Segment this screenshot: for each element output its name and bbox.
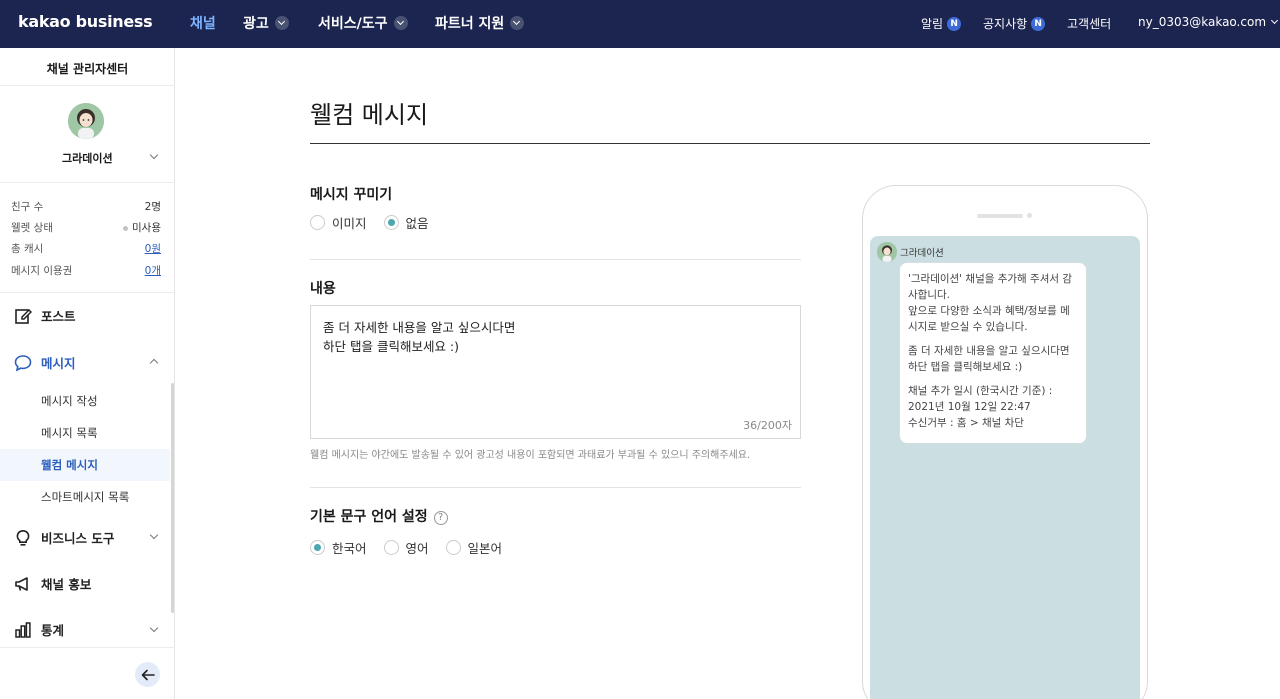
channel-name: 그라데이션 [62, 152, 113, 165]
title-divider [310, 143, 1150, 144]
account-menu[interactable]: ny_0303@kakao.com [1138, 15, 1279, 29]
message-voucher-link[interactable]: 0개 [145, 263, 161, 278]
sidebar-item-message[interactable]: 메시지 [14, 353, 76, 372]
nav-ads[interactable]: 광고 [243, 13, 289, 33]
lightbulb-icon [16, 529, 30, 546]
sender-avatar [877, 242, 897, 262]
radio-none[interactable]: 없음 [383, 213, 429, 232]
sidebar-title: 채널 관리자센터 [46, 62, 129, 76]
radio-button[interactable] [445, 540, 461, 555]
sidebar-subitem-smart-list[interactable]: 스마트메시지 목록 [41, 489, 129, 505]
content-label: 내용 [310, 281, 336, 297]
sender-name: 그라데이션 [900, 248, 944, 259]
decorate-label: 메시지 꾸미기 [310, 187, 393, 203]
nav-service-tools[interactable]: 서비스/도구 [318, 13, 408, 33]
sidebar-subitem-compose[interactable]: 메시지 작성 [41, 393, 98, 409]
notices-link[interactable]: 공지사항 N [983, 15, 1046, 32]
divider [0, 292, 175, 293]
divider [310, 259, 801, 260]
radio-english[interactable]: 영어 [383, 538, 429, 557]
collapse-sidebar-button[interactable] [135, 662, 160, 687]
help-icon[interactable]: ? [433, 511, 448, 525]
megaphone-icon [15, 576, 28, 591]
page-title: 웰컴 메시지 [310, 101, 429, 129]
language-radio-group: 한국어 영어 일본어 [310, 538, 519, 557]
sidebar-subitem-list[interactable]: 메시지 목록 [41, 425, 98, 441]
radio-button-checked[interactable] [310, 540, 325, 555]
chevron-down-icon [393, 16, 408, 30]
phone-camera [1027, 213, 1032, 218]
sidebar-scrollbar[interactable] [171, 383, 174, 613]
language-label: 기본 문구 언어 설정? [310, 506, 448, 526]
chevron-down-icon[interactable] [149, 150, 159, 160]
sidebar-item-channel-promotion[interactable]: 채널 홍보 [14, 574, 91, 593]
speech-bubble-icon [14, 354, 32, 371]
alerts-link[interactable]: 알림 N [921, 15, 962, 32]
sidebar: 채널 관리자센터 그라데이션 친구 수 2명 웰렛 상태 미사용 총 캐시 0원… [0, 48, 175, 699]
total-cash-link[interactable]: 0원 [145, 241, 161, 256]
radio-image[interactable]: 이미지 [310, 213, 367, 232]
radio-button[interactable] [310, 215, 325, 230]
bubble-paragraph: '그라데이션' 채널을 추가해 주셔서 감사합니다. 앞으로 다양한 소식과 혜… [908, 273, 1073, 333]
radio-japanese[interactable]: 일본어 [445, 538, 502, 557]
bubble-paragraph: 채널 추가 일시 (한국시간 기준) : 2021년 10월 12일 22:47… [908, 385, 1053, 429]
stat-total-cash: 총 캐시 0원 [11, 241, 161, 256]
top-navigation-bar: kakao business 채널 광고 서비스/도구 파트너 지원 알림 N … [0, 0, 1280, 48]
decorate-radio-group: 이미지 없음 [310, 213, 446, 232]
chevron-down-icon[interactable] [149, 623, 159, 633]
new-badge: N [1031, 16, 1046, 31]
stat-wallet-status: 웰렛 상태 미사용 [11, 222, 161, 234]
bar-chart-icon [15, 621, 31, 638]
notice-text: 웰컴 메시지는 야간에도 발송될 수 있어 광고성 내용이 포함되면 과태료가 … [310, 450, 751, 461]
new-badge: N [947, 16, 962, 31]
radio-button[interactable] [383, 540, 399, 555]
nav-partner-support[interactable]: 파트너 지원 [435, 13, 525, 33]
char-counter: 36/200자 [743, 419, 792, 432]
stat-message-voucher: 메시지 이용권 0개 [11, 263, 161, 278]
stat-friends: 친구 수 2명 [11, 201, 161, 213]
chevron-down-icon [510, 16, 525, 30]
support-link[interactable]: 고객센터 [1067, 15, 1111, 32]
channel-avatar[interactable] [68, 103, 104, 139]
sidebar-item-statistics[interactable]: 통계 [14, 620, 64, 639]
sidebar-subitem-welcome[interactable]: 웰컴 메시지 [41, 457, 98, 473]
divider [0, 85, 175, 86]
message-bubble: '그라데이션' 채널을 추가해 주셔서 감사합니다. 앞으로 다양한 소식과 혜… [899, 262, 1087, 444]
chevron-down-icon [1270, 16, 1279, 25]
nav-channel[interactable]: 채널 [190, 13, 216, 33]
sidebar-item-post[interactable]: 포스트 [14, 306, 76, 325]
divider [0, 182, 175, 183]
chevron-down-icon[interactable] [149, 530, 159, 540]
sidebar-item-business-tools[interactable]: 비즈니스 도구 [14, 528, 114, 547]
chevron-up-icon[interactable] [149, 358, 159, 368]
phone-speaker [977, 214, 1023, 218]
radio-korean[interactable]: 한국어 [310, 538, 367, 557]
kakao-business-logo[interactable]: kakao business [18, 12, 153, 31]
divider [0, 647, 175, 648]
status-dot [123, 225, 129, 231]
edit-icon [15, 308, 32, 324]
divider [310, 487, 801, 488]
bubble-paragraph: 좀 더 자세한 내용을 알고 싶으시다면 하단 탭을 클릭해보세요 :) [908, 345, 1070, 373]
chevron-down-icon [274, 16, 289, 30]
radio-button-checked[interactable] [383, 215, 399, 230]
arrow-left-icon [141, 669, 155, 680]
